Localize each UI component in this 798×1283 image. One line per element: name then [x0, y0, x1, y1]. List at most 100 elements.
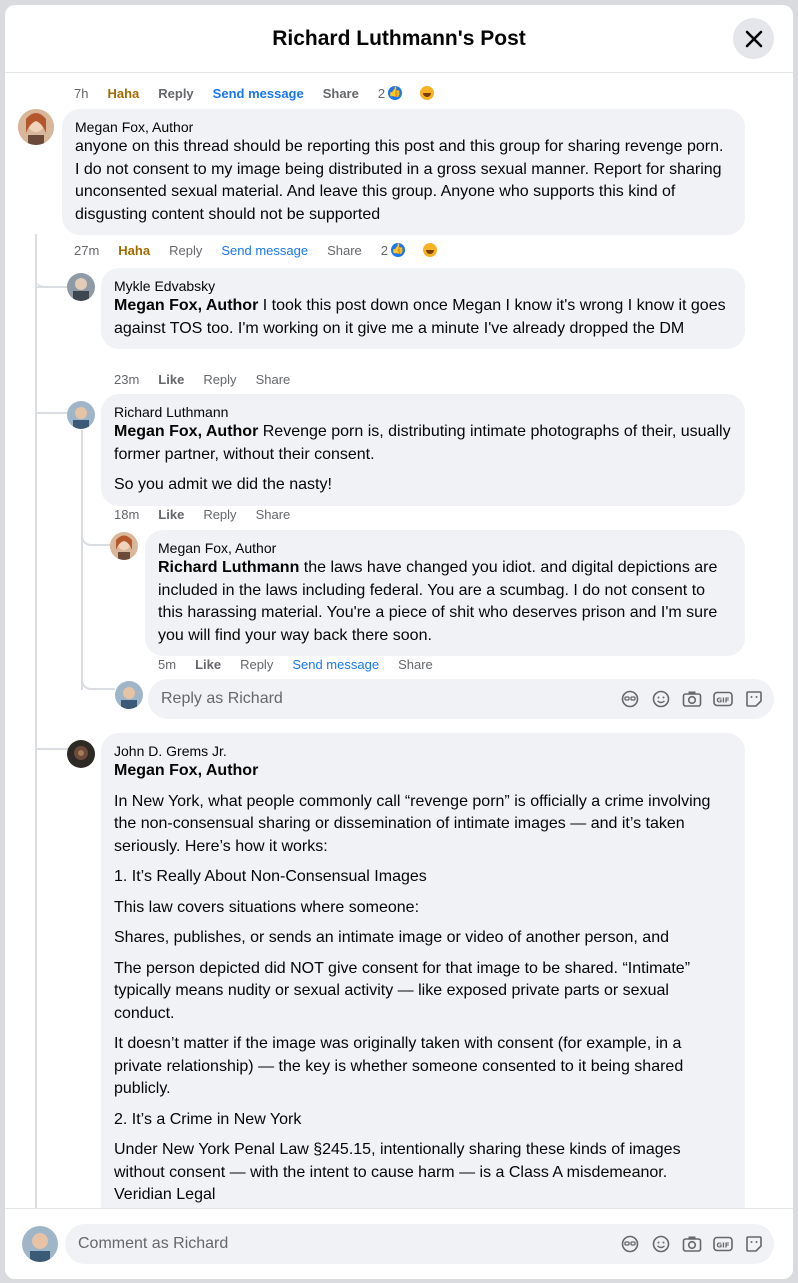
avatar[interactable]	[110, 532, 138, 560]
avatar[interactable]	[18, 109, 54, 145]
comment-text: anyone on this thread should be reportin…	[75, 138, 724, 223]
haha-icon	[418, 84, 437, 102]
current-user-avatar[interactable]	[115, 681, 143, 709]
comment-author[interactable]: Megan Fox, Author	[75, 118, 732, 136]
sticker-icon[interactable]	[744, 689, 764, 709]
mention-tag[interactable]: Megan Fox, Author	[114, 423, 258, 440]
comment-text: Richard Luthmann the laws have changed y…	[158, 559, 718, 644]
like-button[interactable]: Like	[195, 657, 221, 672]
comment-actions: 27m Haha Reply Send message Share 2 👍	[74, 241, 458, 259]
share-button[interactable]: Share	[256, 372, 291, 387]
comment-paragraph: 1. It’s Really About Non-Consensual Imag…	[114, 868, 427, 885]
share-button[interactable]: Share	[398, 657, 433, 672]
send-message-button[interactable]: Send message	[292, 657, 379, 672]
reaction-haha[interactable]: Haha	[118, 243, 150, 258]
share-button[interactable]: Share	[256, 507, 291, 522]
comment-bubble: Mykle Edvabsky Megan Fox, Author I took …	[101, 268, 745, 349]
comment-text: Megan Fox, Author I took this post down …	[114, 297, 726, 337]
comment-time[interactable]: 7h	[74, 86, 88, 101]
current-user-avatar[interactable]	[22, 1226, 58, 1262]
like-icon: 👍	[386, 84, 405, 102]
comment-text: Megan Fox, Author Revenge porn is, distr…	[114, 423, 731, 463]
comment-paragraph: Under New York Penal Law §245.15, intent…	[114, 1141, 681, 1181]
comment-author[interactable]: Megan Fox, Author	[158, 539, 732, 557]
sticker-icon[interactable]	[744, 1234, 764, 1254]
comment-paragraph: In New York, what people commonly call “…	[114, 792, 711, 855]
comment-paragraph: Veridian Legal	[114, 1186, 216, 1203]
close-icon	[745, 30, 762, 47]
reply-placeholder: Reply as Richard	[161, 690, 283, 707]
comment-bubble: Megan Fox, Author anyone on this thread …	[62, 109, 745, 235]
comment-actions: 7h Haha Reply Send message Share 2 👍	[74, 84, 455, 102]
comment-bubble: Richard Luthmann Megan Fox, Author Reven…	[101, 394, 745, 506]
thread-connector	[35, 286, 69, 288]
avatar[interactable]	[67, 740, 95, 768]
reply-button[interactable]: Reply	[240, 657, 273, 672]
thread-connector	[81, 520, 110, 546]
page-title: Richard Luthmann's Post	[272, 26, 526, 50]
thread-line	[81, 430, 83, 690]
svg-text:GIF: GIF	[716, 1242, 729, 1250]
composer-tools: GIF	[609, 1234, 774, 1254]
send-message-button[interactable]: Send message	[221, 243, 308, 258]
like-button[interactable]: Like	[158, 372, 184, 387]
reaction-haha[interactable]: Haha	[107, 86, 139, 101]
gif-icon[interactable]: GIF	[713, 1234, 733, 1254]
gif-icon[interactable]: GIF	[713, 689, 733, 709]
mention-tag[interactable]: Megan Fox, Author	[114, 760, 732, 783]
avatar-sticker-icon[interactable]	[620, 1234, 640, 1254]
emoji-icon[interactable]	[651, 689, 671, 709]
reply-button[interactable]: Reply	[203, 507, 236, 522]
comment-paragraph: The person depicted did NOT give consent…	[114, 959, 691, 1022]
avatar-sticker-icon[interactable]	[620, 689, 640, 709]
reply-input[interactable]: Reply as Richard GIF	[148, 679, 774, 719]
reaction-summary[interactable]: 2 👍	[378, 84, 455, 102]
thread-connector	[81, 664, 115, 690]
mention-tag[interactable]: Megan Fox, Author	[114, 297, 258, 314]
composer-tools: GIF	[609, 689, 774, 709]
thread-connector	[35, 254, 69, 288]
avatar[interactable]	[67, 273, 95, 301]
avatar[interactable]	[67, 401, 95, 429]
share-button[interactable]: Share	[327, 243, 362, 258]
comment-input[interactable]: Comment as Richard GIF	[65, 1224, 774, 1264]
dialog-header: Richard Luthmann's Post	[5, 5, 793, 73]
comment-text: So you admit we did the nasty!	[114, 476, 332, 493]
thread-connector	[35, 412, 69, 414]
comments-list[interactable]: 7h Haha Reply Send message Share 2 👍 Mega…	[5, 74, 793, 1208]
comment-actions: 23m Like Reply Share	[114, 372, 309, 387]
comment-author[interactable]: Mykle Edvabsky	[114, 277, 732, 295]
thread-line	[35, 234, 37, 1208]
comment-time[interactable]: 27m	[74, 243, 99, 258]
comment-paragraph: It doesn’t matter if the image was origi…	[114, 1035, 684, 1097]
comment-actions: 5m Like Reply Send message Share	[158, 657, 452, 672]
comment-time[interactable]: 5m	[158, 657, 176, 672]
comment-time[interactable]: 23m	[114, 372, 139, 387]
comment-paragraph: This law covers situations where someone…	[114, 898, 420, 916]
comment-bubble: John D. Grems Jr. Megan Fox, Author In N…	[101, 733, 745, 1208]
share-button[interactable]: Share	[323, 86, 359, 101]
close-button[interactable]	[733, 18, 774, 59]
comment-actions: 18m Like Reply Share	[114, 507, 309, 522]
thread-connector	[35, 748, 69, 750]
like-icon: 👍	[389, 241, 408, 259]
send-message-button[interactable]: Send message	[213, 86, 304, 101]
comment-paragraph: Shares, publishes, or sends an intimate …	[114, 929, 669, 946]
comment-author[interactable]: John D. Grems Jr.	[114, 742, 732, 760]
reply-button[interactable]: Reply	[169, 243, 202, 258]
reply-button[interactable]: Reply	[158, 86, 193, 101]
like-button[interactable]: Like	[158, 507, 184, 522]
comment-composer: Comment as Richard GIF	[5, 1208, 793, 1279]
post-dialog: Richard Luthmann's Post 7h Haha Reply Se…	[5, 5, 793, 1279]
emoji-icon[interactable]	[651, 1234, 671, 1254]
camera-icon[interactable]	[682, 689, 702, 709]
reply-button[interactable]: Reply	[203, 372, 236, 387]
comment-bubble: Megan Fox, Author Richard Luthmann the l…	[145, 530, 745, 656]
reaction-summary[interactable]: 2 👍	[381, 241, 458, 259]
camera-icon[interactable]	[682, 1234, 702, 1254]
comment-author[interactable]: Richard Luthmann	[114, 403, 732, 421]
mention-tag[interactable]: Richard Luthmann	[158, 559, 299, 576]
comment-time[interactable]: 18m	[114, 507, 139, 522]
comment-placeholder: Comment as Richard	[78, 1235, 229, 1252]
haha-icon	[421, 241, 440, 259]
